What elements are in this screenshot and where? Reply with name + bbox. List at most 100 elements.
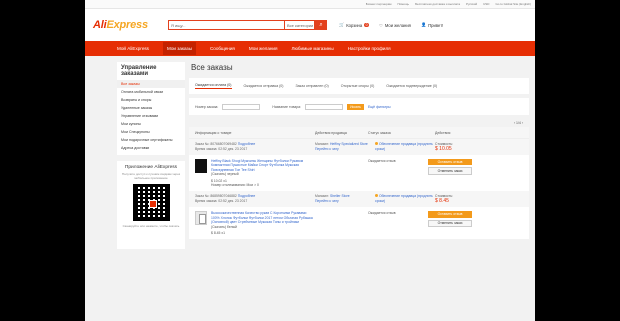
nav-item-my-orders[interactable]: Мои заказы	[162, 42, 196, 55]
site-header: AliExpress Я ищу... Все категории ⌕ 🛒 Ко…	[85, 9, 535, 41]
account-link[interactable]: 👤 Привет!	[421, 22, 443, 28]
order-detail-link[interactable]: Подробнее	[238, 194, 256, 198]
tab-open-disputes[interactable]: Открытые споры (0)	[341, 84, 375, 88]
search-input[interactable]: Я ищу...	[168, 20, 285, 30]
nav-item-messages[interactable]: Сообщения	[210, 46, 235, 51]
order-detail-link[interactable]: Подробнее	[238, 142, 256, 146]
seller-label: Магазин:	[315, 194, 330, 199]
order-amount: $ 10.05	[435, 146, 452, 152]
sidebar-item-all-orders[interactable]: Все заказы	[117, 80, 185, 88]
page-title: Все заказы	[191, 63, 233, 72]
sidebar-item-mobile-payment[interactable]: Оплата мобильной связи	[121, 88, 181, 96]
order-item-row: Высококачественная Качество рукав С Коро…	[189, 207, 529, 240]
shield-icon	[375, 142, 378, 145]
product-variant: (Скачать) белый	[211, 224, 237, 229]
orders-table: Информация о товаре Действия продавца Ст…	[189, 127, 529, 240]
seller-link[interactable]: Sheller Store	[330, 194, 350, 198]
order-time: Время заказа: 02:52 дек. 23 2017	[195, 147, 248, 151]
browser-page: Бизнес партнерам Помощь Бесплатная доста…	[85, 0, 535, 321]
search-placeholder: Я ищу...	[171, 22, 186, 28]
search-orders-button[interactable]: Искать	[347, 103, 364, 110]
search-category-select[interactable]: Все категории	[285, 20, 315, 30]
cart-link[interactable]: 🛒 Корзина 0	[339, 22, 370, 28]
product-title-link[interactable]: Heffiny Black Shogi Мужчины Женщины Футб…	[211, 159, 315, 172]
app-promo: Приложение AliExpress Получите доступ к …	[117, 161, 185, 249]
table-header: Информация о товаре Действия продавца Ст…	[189, 127, 529, 139]
contact-seller-link[interactable]: Перейти к чату	[315, 199, 375, 204]
topbar-link[interactable]: Бизнес партнерам	[366, 2, 392, 6]
shield-icon	[375, 194, 378, 198]
search-category-label: Все категории	[287, 22, 314, 28]
user-icon: 👤	[420, 22, 427, 27]
main-nav: Мой AliExpress Мои заказы Сообщения Мои …	[85, 41, 535, 56]
column-header: Информация о товаре	[195, 130, 232, 135]
product-thumbnail[interactable]	[195, 211, 207, 226]
sidebar-item-feedback[interactable]: Управление отзывами	[121, 112, 181, 120]
seller-link[interactable]: Heffiny Specialized Store	[330, 142, 368, 146]
sidebar-item-deleted-orders[interactable]: Удаленные заказы	[121, 104, 181, 112]
order-header: Заказ №: 86859807046882 Подробнее Время …	[189, 191, 529, 208]
column-header: Статус заказа	[368, 130, 391, 135]
leave-feedback-button[interactable]: Оставить отзыв	[428, 159, 472, 166]
sidebar-item-addresses[interactable]: Адреса доставки	[121, 144, 181, 152]
nav-item-wishlist[interactable]: Мои желания	[249, 46, 278, 51]
nav-item-profile-settings[interactable]: Настройки профиля	[348, 46, 391, 51]
product-name-input[interactable]	[305, 103, 344, 110]
sidebar-item-disputes[interactable]: Возвраты и споры	[121, 96, 181, 104]
wishlist-link[interactable]: ♡ Мои желания	[379, 23, 411, 28]
sidebar: Управление заказами Все заказы Оплата мо…	[117, 62, 185, 249]
topbar-link[interactable]: USD	[483, 2, 489, 6]
app-promo-text: Получите доступ к лучшим скидкам через м…	[121, 172, 181, 180]
logo-main: Ali	[93, 19, 107, 31]
page-indicator: 1/4	[515, 121, 521, 125]
order-number-label: Номер заказа:	[195, 104, 219, 109]
cart-label: Корзина	[346, 22, 363, 28]
column-header: Действия продавца	[315, 130, 347, 135]
buyer-protection-link[interactable]: Обеспечение продавца (продлить сроки)	[375, 142, 433, 151]
tab-shipped[interactable]: Заказ отправлен (0)	[296, 84, 329, 88]
tracking-info: Номер отслеживания: Мои > 0	[211, 183, 259, 188]
sidebar-title: Управление заказами	[121, 65, 157, 77]
buyer-protection-link[interactable]: Обеспечение продавца (продлить сроки)	[375, 194, 433, 203]
pager[interactable]: ‹ 1/4 ›	[189, 115, 529, 127]
order-time: Время заказа: 02:52 дек. 23 2017	[195, 199, 248, 204]
product-thumbnail[interactable]	[195, 159, 207, 173]
order-amount: $ 8.45	[435, 198, 449, 205]
search-button[interactable]: ⌕	[315, 20, 327, 30]
orders-content: Все заказы Ожидается оплата (0) Ожидаетс…	[189, 62, 529, 249]
order-number: Заказ №: 80766807069482	[195, 142, 237, 146]
logo-sub: Express	[106, 19, 148, 31]
product-title-link[interactable]: Высококачественная Качество рукав С Коро…	[211, 211, 315, 224]
qr-code[interactable]	[132, 184, 170, 221]
wishlist-label: Мои желания	[384, 22, 411, 28]
search-icon: ⌕	[319, 21, 323, 28]
chevron-right-icon[interactable]: ›	[522, 121, 523, 125]
contact-seller-link[interactable]: Перейти к чату	[315, 147, 375, 152]
order-item-row: Heffiny Black Shogi Мужчины Женщины Футб…	[189, 155, 529, 192]
cancel-order-button[interactable]: Отменить заказ	[428, 167, 472, 175]
topbar-link[interactable]: Бесплатная доставка и выплата	[415, 2, 460, 6]
aliexpress-logo[interactable]: AliExpress	[93, 19, 168, 31]
app-promo-title: Приложение AliExpress	[124, 165, 178, 170]
sidebar-item-special-coupons[interactable]: Мои Спецкупоны	[121, 128, 181, 136]
topbar-link[interactable]: Помощь	[397, 2, 409, 6]
topbar-link[interactable]: Русский	[466, 2, 477, 6]
product-variant: (Скачать) черный	[211, 172, 239, 177]
tab-awaiting-confirmation[interactable]: Ожидается подтверждение (0)	[386, 84, 437, 88]
sidebar-item-coupons[interactable]: Мои купоны	[121, 120, 181, 128]
heart-icon: ♡	[379, 22, 383, 28]
chevron-left-icon[interactable]: ‹	[514, 121, 515, 125]
order-number: Заказ №: 86859807046882	[195, 194, 237, 199]
nav-item-favorite-stores[interactable]: Любимые магазины	[291, 46, 333, 51]
cancel-order-button[interactable]: Отменить заказ	[428, 219, 472, 228]
nav-item-my-aliexpress[interactable]: Мой AliExpress	[117, 46, 149, 51]
more-filters-link[interactable]: Ещё фильтры	[368, 105, 391, 109]
column-header: Действия	[435, 130, 451, 135]
order-number-input[interactable]	[222, 103, 261, 110]
seller-label: Магазин:	[315, 142, 330, 146]
leave-feedback-button[interactable]: Оставить отзыв	[428, 211, 472, 218]
topbar-link[interactable]: Go to Global Site (English)	[495, 2, 531, 6]
tab-awaiting-shipment[interactable]: Ожидается отправка (0)	[244, 84, 284, 88]
sidebar-item-gift-cards[interactable]: Мои подарочные сертификаты	[121, 136, 181, 144]
tab-awaiting-payment[interactable]: Ожидается оплата (0)	[195, 83, 232, 89]
